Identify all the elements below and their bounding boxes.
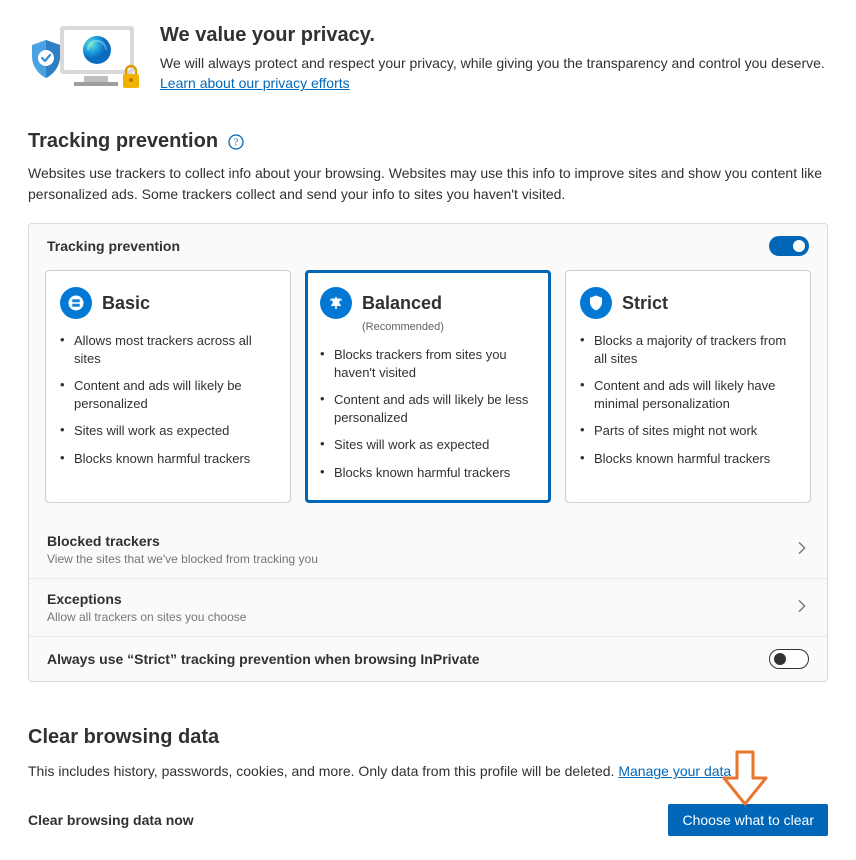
list-item: Parts of sites might not work — [580, 417, 796, 445]
chevron-right-icon — [795, 541, 809, 558]
list-item: Content and ads will likely be less pers… — [320, 386, 536, 431]
level-basic[interactable]: Basic Allows most trackers across all si… — [45, 270, 291, 503]
tracking-toggle-row: Tracking prevention — [29, 224, 827, 260]
blocked-trackers-row[interactable]: Blocked trackers View the sites that we'… — [29, 521, 827, 578]
list-item: Blocks a majority of trackers from all s… — [580, 327, 796, 372]
list-item: Sites will work as expected — [320, 431, 536, 459]
tracking-card: Tracking prevention Basic Allows most tr… — [28, 223, 828, 682]
list-item: Sites will work as expected — [60, 417, 276, 445]
tracking-toggle[interactable] — [769, 236, 809, 256]
strict-inprivate-toggle[interactable] — [769, 649, 809, 669]
chevron-right-icon — [795, 599, 809, 616]
blocked-trackers-title: Blocked trackers — [47, 533, 318, 549]
privacy-hero-icon — [28, 24, 140, 94]
level-balanced-sub: (Recommended) — [362, 321, 536, 333]
tracking-toggle-label: Tracking prevention — [47, 238, 180, 254]
annotation-arrow-icon — [720, 750, 770, 806]
clear-title: Clear browsing data — [28, 726, 828, 749]
clear-browsing-section: Clear browsing data This includes histor… — [28, 726, 828, 836]
level-basic-title: Basic — [102, 293, 150, 314]
clear-desc: This includes history, passwords, cookie… — [28, 761, 828, 782]
clear-now-label: Clear browsing data now — [28, 812, 194, 828]
exceptions-title: Exceptions — [47, 591, 246, 607]
level-balanced-title: Balanced — [362, 293, 442, 314]
manage-data-link[interactable]: Manage your data — [618, 763, 731, 779]
level-strict-bullets: Blocks a majority of trackers from all s… — [580, 327, 796, 472]
privacy-header: We value your privacy. We will always pr… — [28, 24, 828, 94]
list-item: Content and ads will likely have minimal… — [580, 372, 796, 417]
help-icon[interactable]: ? — [228, 134, 244, 150]
balanced-icon — [320, 287, 352, 319]
list-item: Blocks trackers from sites you haven't v… — [320, 341, 536, 386]
strict-inprivate-row: Always use “Strict” tracking prevention … — [29, 637, 827, 681]
privacy-body: We will always protect and respect your … — [160, 53, 828, 94]
exceptions-sub: Allow all trackers on sites you choose — [47, 610, 246, 624]
strict-inprivate-title: Always use “Strict” tracking prevention … — [47, 651, 480, 667]
exceptions-row[interactable]: Exceptions Allow all trackers on sites y… — [29, 579, 827, 636]
privacy-learn-link[interactable]: Learn about our privacy efforts — [160, 75, 350, 91]
privacy-title: We value your privacy. — [160, 24, 828, 47]
list-item: Content and ads will likely be personali… — [60, 372, 276, 417]
strict-icon — [580, 287, 612, 319]
list-item: Allows most trackers across all sites — [60, 327, 276, 372]
privacy-header-text: We value your privacy. We will always pr… — [160, 24, 828, 94]
basic-icon — [60, 287, 92, 319]
level-balanced[interactable]: Balanced (Recommended) Blocks trackers f… — [305, 270, 551, 503]
level-basic-bullets: Allows most trackers across all sites Co… — [60, 327, 276, 472]
tracking-section-desc: Websites use trackers to collect info ab… — [28, 163, 828, 205]
choose-what-to-clear-button[interactable]: Choose what to clear — [668, 804, 828, 836]
tracking-section-title-row: Tracking prevention ? — [28, 130, 828, 153]
svg-text:?: ? — [234, 137, 239, 148]
level-balanced-bullets: Blocks trackers from sites you haven't v… — [320, 341, 536, 486]
list-item: Blocks known harmful trackers — [580, 445, 796, 473]
list-item: Blocks known harmful trackers — [60, 445, 276, 473]
level-strict-title: Strict — [622, 293, 668, 314]
level-strict[interactable]: Strict Blocks a majority of trackers fro… — [565, 270, 811, 503]
tracking-section-title: Tracking prevention — [28, 130, 218, 153]
list-item: Blocks known harmful trackers — [320, 459, 536, 487]
tracking-levels: Basic Allows most trackers across all si… — [29, 260, 827, 521]
blocked-trackers-sub: View the sites that we've blocked from t… — [47, 552, 318, 566]
